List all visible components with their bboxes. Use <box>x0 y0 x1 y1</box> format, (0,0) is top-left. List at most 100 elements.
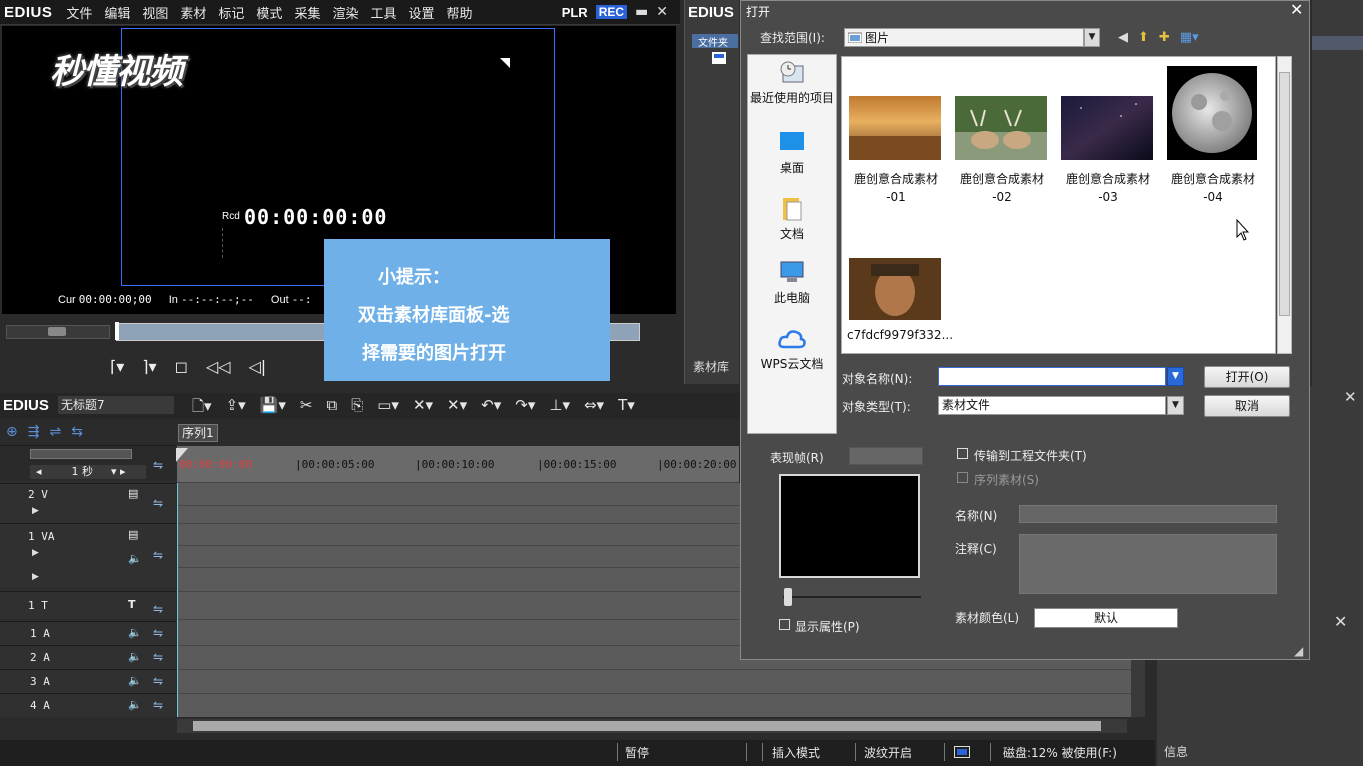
cut-icon[interactable]: ✂ <box>300 396 313 421</box>
split-track-icon[interactable]: ⇶ <box>28 424 40 440</box>
menu-render[interactable]: 渲染 <box>326 3 364 22</box>
marker-icon[interactable]: ⊥▾ <box>549 396 570 421</box>
track-row[interactable]: 2 V ▤ ⇋ ▶ <box>0 483 176 523</box>
object-name-input[interactable] <box>938 367 1166 386</box>
sync-icon[interactable]: ⇋ <box>153 458 163 472</box>
sequence-clip-checkbox[interactable] <box>957 472 968 483</box>
clip-note-field[interactable] <box>1019 534 1277 594</box>
dialog-titlebar[interactable] <box>741 1 1309 21</box>
position-cursor[interactable] <box>115 322 119 340</box>
ripple-icon[interactable]: ▭▾ <box>377 396 399 421</box>
expand-icon[interactable]: ▶ <box>32 506 39 516</box>
video-track-icon[interactable]: ▤ <box>128 487 138 500</box>
timescale-select[interactable]: ◂ 1 秒 ▾ ▸ <box>30 465 146 479</box>
add-track-icon[interactable]: ⊕ <box>6 424 18 440</box>
title-icon[interactable]: T▾ <box>618 396 635 421</box>
close-icon[interactable]: ✕ <box>656 4 668 20</box>
new-sequence-icon[interactable]: 🗋▾ <box>192 396 212 421</box>
place-desktop[interactable]: 桌面 <box>747 130 837 176</box>
file-item[interactable] <box>955 96 1047 163</box>
undo-icon[interactable]: ↶▾ <box>481 396 501 421</box>
file-item[interactable] <box>1167 66 1257 163</box>
back-icon[interactable]: ◀ <box>1118 30 1128 45</box>
new-folder-icon[interactable]: ✚ <box>1159 30 1170 45</box>
scrollbar-thumb[interactable] <box>1279 72 1290 316</box>
copy-icon[interactable]: ⧉ <box>327 396 338 421</box>
scrollbar-thumb[interactable] <box>193 721 1101 731</box>
open-project-icon[interactable]: ⇪▾ <box>226 396 246 421</box>
view-menu-icon[interactable]: ▦▾ <box>1180 30 1199 45</box>
place-wps-cloud[interactable]: WPS云文档 <box>747 326 837 372</box>
status-ripple[interactable]: 波纹开启 <box>864 744 912 761</box>
speaker-icon[interactable]: 🔈 <box>128 674 142 687</box>
status-insert-mode[interactable]: 插入模式 <box>772 744 820 761</box>
file-item[interactable] <box>849 96 941 163</box>
chevron-down-icon[interactable]: ▼ <box>1167 396 1184 415</box>
stop-icon[interactable]: ◻ <box>175 357 188 376</box>
up-folder-icon[interactable]: ⬆ <box>1138 30 1149 45</box>
set-in-icon[interactable]: ⌈▾ <box>110 357 124 376</box>
menu-marker[interactable]: 标记 <box>212 3 250 22</box>
preview-slider-knob[interactable] <box>784 588 792 606</box>
preview-slider[interactable] <box>783 596 921 598</box>
sync-icon[interactable]: ⇋ <box>153 650 163 664</box>
speaker-icon[interactable]: 🔈 <box>128 650 142 663</box>
object-type-select[interactable]: 素材文件 <box>938 396 1166 415</box>
track-row[interactable]: 2 A 🔈 ⇋ <box>0 645 176 669</box>
delete-icon[interactable]: ✕▾ <box>413 396 433 421</box>
sync-icon[interactable]: ⇋ <box>153 626 163 640</box>
sequence-tab[interactable]: 序列1 <box>178 424 218 442</box>
channel-icon[interactable]: ⇆ <box>71 424 83 440</box>
step-back-icon[interactable]: ◁| <box>248 357 266 376</box>
show-properties-checkbox[interactable] <box>779 619 790 630</box>
expand-icon[interactable]: ▶ <box>32 572 39 582</box>
menu-clip[interactable]: 素材 <box>174 3 212 22</box>
clip-color-button[interactable]: 默认 <box>1034 608 1178 628</box>
menu-settings[interactable]: 设置 <box>402 3 440 22</box>
dialog-close-icon[interactable]: ✕ <box>1290 0 1303 19</box>
track-row[interactable]: 3 A 🔈 ⇋ <box>0 669 176 693</box>
file-item[interactable] <box>1061 96 1153 163</box>
chevron-down-icon[interactable]: ▼ <box>1167 367 1184 386</box>
speaker-icon[interactable]: 🔈 <box>128 626 142 639</box>
chevron-down-icon[interactable]: ▼ <box>1084 28 1100 47</box>
transfer-checkbox[interactable] <box>957 448 968 459</box>
save-icon[interactable]: 💾▾ <box>260 396 286 421</box>
rewind-icon[interactable]: ◁◁ <box>206 357 231 376</box>
speaker-icon[interactable]: 🔈 <box>128 552 142 565</box>
menu-tools[interactable]: 工具 <box>364 3 402 22</box>
set-out-icon[interactable]: ⌉▾ <box>142 357 156 376</box>
resize-grip-icon[interactable]: ◢ <box>1294 644 1303 658</box>
place-recent[interactable]: 最近使用的项目 <box>747 60 837 106</box>
monitor-icon[interactable] <box>954 746 970 758</box>
plr-mode[interactable]: PLR <box>562 5 588 20</box>
playhead-icon[interactable] <box>176 448 190 462</box>
sync-track-icon[interactable]: ⇌ <box>49 424 61 440</box>
video-track-icon[interactable]: ▤ <box>128 528 138 541</box>
clip-name-field[interactable] <box>1019 505 1277 523</box>
cancel-button[interactable]: 取消 <box>1204 395 1290 417</box>
time-ruler[interactable]: |00:00:05:00 |00:00:10:00 |00:00:15:00 |… <box>177 446 739 483</box>
ripple-delete-icon[interactable]: ✕▾ <box>447 396 467 421</box>
folder-tree-icon[interactable] <box>712 52 726 64</box>
link-icon[interactable]: ⇔▾ <box>584 396 604 421</box>
sync-icon[interactable]: ⇋ <box>153 698 163 712</box>
expand-icon[interactable]: ▶ <box>32 548 39 558</box>
place-this-pc[interactable]: 此电脑 <box>747 260 837 306</box>
rec-mode-badge[interactable]: REC <box>595 5 628 19</box>
track-row[interactable]: 1 A 🔈 ⇋ <box>0 621 176 645</box>
close-icon[interactable]: ✕ <box>1344 388 1357 406</box>
sync-icon[interactable]: ⇋ <box>153 602 163 616</box>
sync-icon[interactable]: ⇋ <box>153 674 163 688</box>
menu-mode[interactable]: 模式 <box>250 3 288 22</box>
close-icon[interactable]: ✕ <box>1334 612 1347 631</box>
file-item[interactable] <box>849 258 941 323</box>
title-track-icon[interactable]: T <box>128 598 136 611</box>
speaker-icon[interactable]: 🔈 <box>128 698 142 711</box>
menu-file[interactable]: 文件 <box>60 3 98 22</box>
menu-capture[interactable]: 采集 <box>288 3 326 22</box>
menu-view[interactable]: 视图 <box>136 3 174 22</box>
menu-edit[interactable]: 编辑 <box>98 3 136 22</box>
sync-icon[interactable]: ⇋ <box>153 496 163 510</box>
bin-folder-tab[interactable]: 文件夹 <box>692 34 738 49</box>
